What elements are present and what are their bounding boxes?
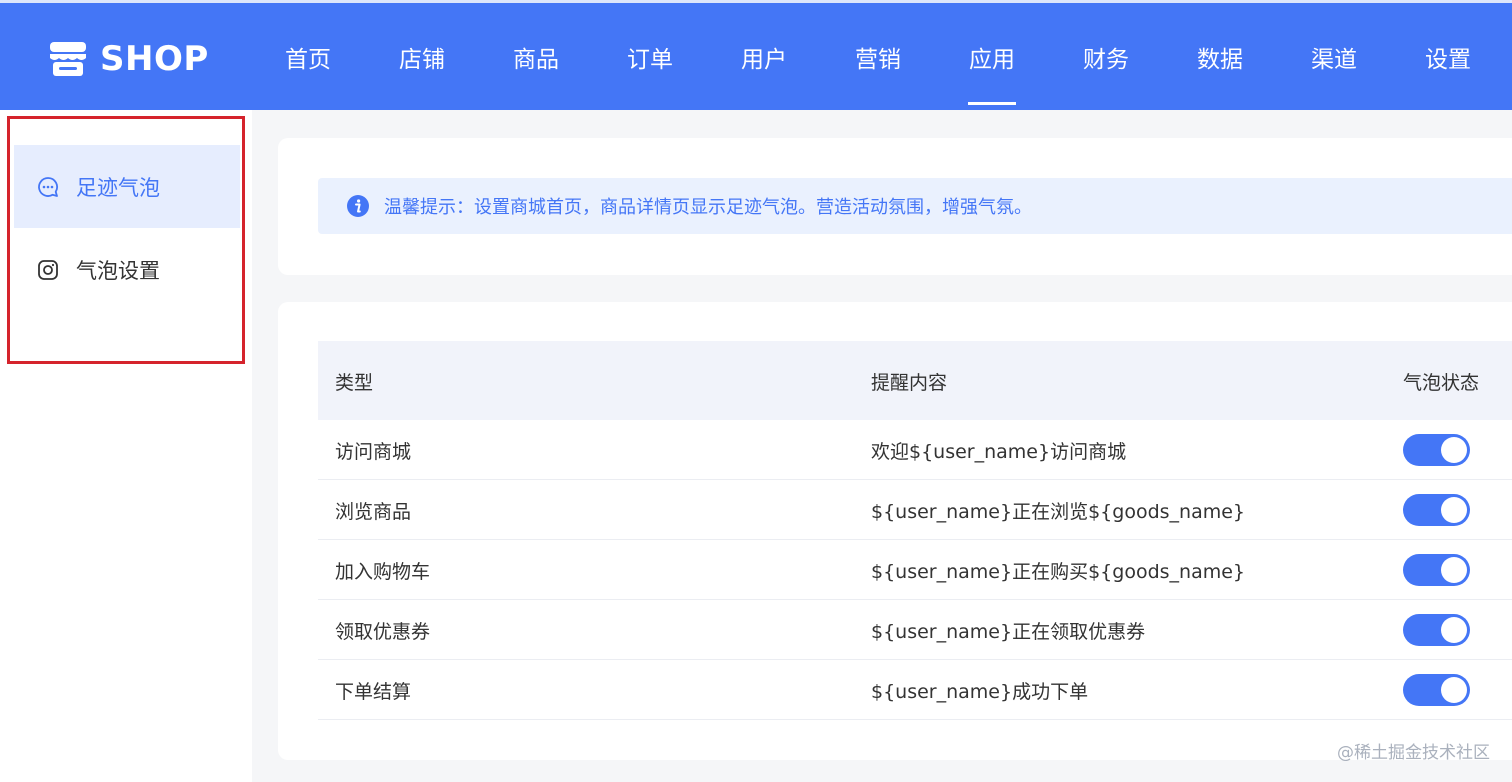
table-row: 领取优惠券 ${user_name}正在领取优惠券 bbox=[318, 600, 1512, 660]
nav-item-settings[interactable]: 设置 bbox=[1391, 3, 1505, 110]
info-icon bbox=[347, 195, 369, 217]
cell-type: 下单结算 bbox=[335, 681, 412, 703]
nav-item-users[interactable]: 用户 bbox=[707, 3, 821, 110]
nav-item-finance[interactable]: 财务 bbox=[1049, 3, 1163, 110]
toggle-knob bbox=[1441, 617, 1467, 643]
cell-content: ${user_name}正在浏览${goods_name} bbox=[871, 501, 1246, 523]
sidebar-item-footprint-bubble[interactable]: 足迹气泡 bbox=[14, 145, 240, 228]
toggle-knob bbox=[1441, 677, 1467, 703]
brand-name: SHOP bbox=[100, 39, 209, 79]
cell-type: 访问商城 bbox=[335, 441, 412, 463]
table-row: 加入购物车 ${user_name}正在购买${goods_name} bbox=[318, 540, 1512, 600]
column-header-content: 提醒内容 bbox=[871, 372, 948, 394]
cell-type: 加入购物车 bbox=[335, 561, 431, 583]
nav-item-channels[interactable]: 渠道 bbox=[1277, 3, 1391, 110]
table-header: 类型 提醒内容 气泡状态 bbox=[318, 341, 1512, 420]
sidebar-item-label: 气泡设置 bbox=[76, 258, 160, 283]
cell-content: ${user_name}正在领取优惠券 bbox=[871, 621, 1146, 643]
main-nav: 首页 店铺 商品 订单 用户 营销 应用 财务 数据 渠道 设置 bbox=[251, 3, 1505, 110]
tip-text: 温馨提示：设置商城首页，商品详情页显示足迹气泡。营造活动氛围，增强气氛。 bbox=[384, 197, 1032, 218]
toggle-knob bbox=[1441, 497, 1467, 523]
table-row: 下单结算 ${user_name}成功下单 bbox=[318, 660, 1512, 720]
nav-item-orders[interactable]: 订单 bbox=[593, 3, 707, 110]
bubble-status-toggle[interactable] bbox=[1403, 554, 1470, 586]
nav-item-apps[interactable]: 应用 bbox=[935, 3, 1049, 110]
bubble-status-toggle[interactable] bbox=[1403, 434, 1470, 466]
cell-content: ${user_name}正在购买${goods_name} bbox=[871, 561, 1246, 583]
cell-type: 浏览商品 bbox=[335, 501, 412, 523]
nav-item-marketing[interactable]: 营销 bbox=[821, 3, 935, 110]
bubble-status-toggle[interactable] bbox=[1403, 674, 1470, 706]
nav-item-store[interactable]: 店铺 bbox=[365, 3, 479, 110]
brand-logo[interactable]: SHOP bbox=[48, 39, 209, 79]
table-row: 浏览商品 ${user_name}正在浏览${goods_name} bbox=[318, 480, 1512, 540]
sidebar-item-label: 足迹气泡 bbox=[76, 175, 160, 200]
settings-square-icon bbox=[38, 259, 58, 280]
shop-icon bbox=[50, 42, 86, 76]
column-header-status: 气泡状态 bbox=[1403, 372, 1480, 394]
watermark: @稀土掘金技术社区 bbox=[1337, 743, 1490, 763]
nav-item-goods[interactable]: 商品 bbox=[479, 3, 593, 110]
toggle-knob bbox=[1441, 437, 1467, 463]
chat-bubble-icon bbox=[38, 176, 58, 197]
table-row: 访问商城 欢迎${user_name}访问商城 bbox=[318, 420, 1512, 480]
active-tab-indicator bbox=[968, 102, 1016, 105]
toggle-knob bbox=[1441, 557, 1467, 583]
cell-content: ${user_name}成功下单 bbox=[871, 681, 1089, 703]
column-header-type: 类型 bbox=[335, 372, 374, 394]
nav-item-home[interactable]: 首页 bbox=[251, 3, 365, 110]
bubble-status-toggle[interactable] bbox=[1403, 494, 1470, 526]
cell-content: 欢迎${user_name}访问商城 bbox=[871, 441, 1127, 463]
sidebar-item-bubble-settings[interactable]: 气泡设置 bbox=[14, 228, 240, 311]
tip-alert: 温馨提示：设置商城首页，商品详情页显示足迹气泡。营造活动氛围，增强气氛。 bbox=[318, 178, 1512, 234]
top-navbar: SHOP 首页 店铺 商品 订单 用户 营销 应用 财务 数据 渠道 设置 bbox=[0, 0, 1512, 110]
bubble-status-toggle[interactable] bbox=[1403, 614, 1470, 646]
cell-type: 领取优惠券 bbox=[335, 621, 431, 643]
nav-item-data[interactable]: 数据 bbox=[1163, 3, 1277, 110]
